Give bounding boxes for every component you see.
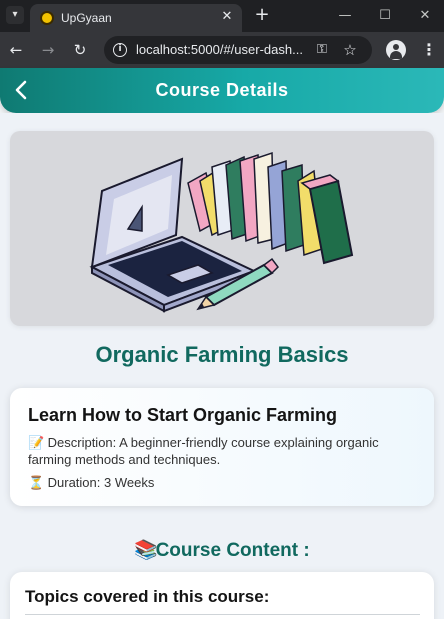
- address-bar[interactable]: i localhost:5000/#/user-dash... ⚿ ☆: [104, 36, 372, 64]
- course-content-title: Course Content :: [155, 540, 310, 561]
- tab-close-icon[interactable]: ✕: [219, 8, 235, 26]
- browser-toolbar: ← → ↻ i localhost:5000/#/user-dash... ⚿ …: [0, 32, 444, 68]
- password-key-icon[interactable]: ⚿: [312, 41, 332, 59]
- topics-heading: Topics covered in this course:: [25, 587, 270, 606]
- back-icon[interactable]: ←: [5, 39, 27, 61]
- url-text[interactable]: localhost:5000/#/user-dash...: [136, 42, 303, 58]
- info-icon[interactable]: i: [113, 43, 127, 57]
- window-maximize-button[interactable]: ☐: [365, 0, 405, 32]
- course-content-heading: 📚 Course Content :: [0, 538, 444, 563]
- profile-icon[interactable]: [386, 40, 406, 60]
- app-header: Course Details: [0, 68, 444, 113]
- course-details-content: Organic Farming Basics Learn How to Star…: [0, 113, 444, 619]
- course-duration: ⏳ Duration: 3 Weeks: [28, 475, 154, 492]
- star-icon[interactable]: ☆: [340, 40, 360, 60]
- window-close-button[interactable]: ✕: [405, 0, 444, 32]
- divider: [25, 614, 420, 615]
- favicon-icon: [40, 11, 54, 25]
- course-heading: Learn How to Start Organic Farming: [28, 405, 338, 425]
- memo-icon: 📝: [28, 436, 45, 451]
- hourglass-icon: ⏳: [28, 476, 45, 491]
- course-description-text: Description: A beginner-friendly course …: [28, 435, 379, 467]
- course-banner-image: [10, 131, 434, 326]
- page-title: Course Details: [155, 80, 289, 100]
- forward-icon[interactable]: →: [37, 39, 59, 61]
- browser-tab[interactable]: UpGyaan ✕: [30, 4, 242, 32]
- books-icon: 📚: [134, 539, 158, 561]
- window-minimize-button[interactable]: —: [325, 0, 365, 32]
- browser-tab-strip: ▾ UpGyaan ✕ + — ☐ ✕: [0, 0, 444, 32]
- topics-card: Topics covered in this course:: [10, 572, 434, 619]
- course-title: Organic Farming Basics: [95, 342, 349, 367]
- course-duration-text: Duration: 3 Weeks: [47, 475, 155, 490]
- course-description: 📝 Description: A beginner-friendly cours…: [28, 435, 420, 468]
- reload-icon[interactable]: ↻: [69, 39, 91, 61]
- menu-icon[interactable]: ⋮: [420, 39, 438, 61]
- course-info-card: Learn How to Start Organic Farming 📝 Des…: [10, 388, 434, 506]
- new-tab-button[interactable]: +: [252, 5, 272, 25]
- tab-dropdown-icon[interactable]: ▾: [6, 6, 24, 24]
- tab-title: UpGyaan: [61, 11, 112, 25]
